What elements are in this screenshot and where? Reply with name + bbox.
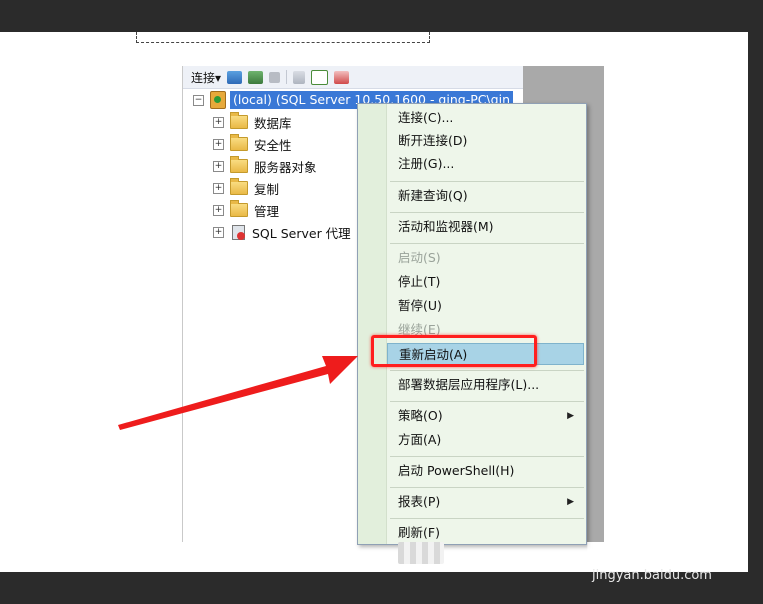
baidu-jingyan-logo: Bai du 经验 (585, 538, 730, 568)
watermark-url: jingyan.baidu.com (592, 568, 712, 583)
pointer-arrow-icon (118, 356, 358, 430)
blurred-region (398, 542, 444, 564)
